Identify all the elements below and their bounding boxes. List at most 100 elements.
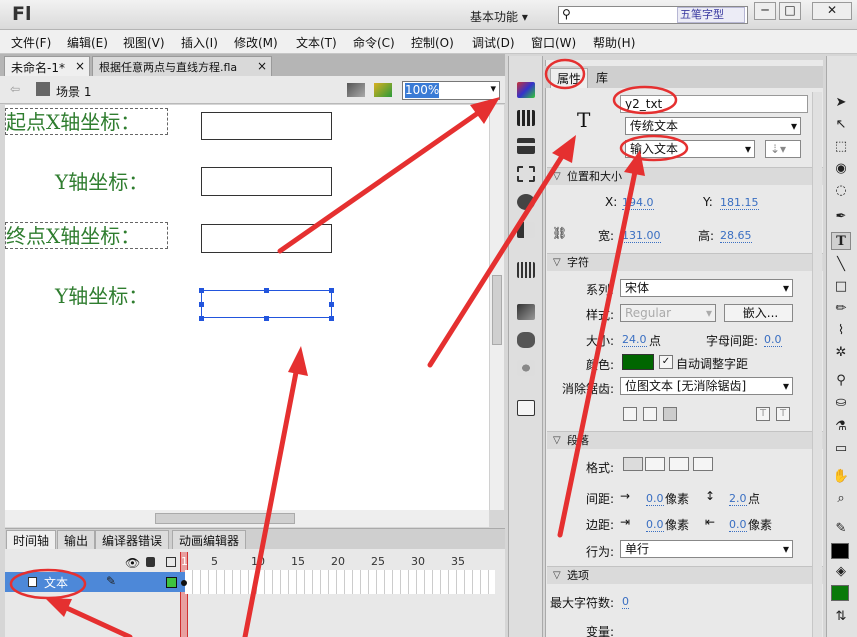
input-end-x[interactable] xyxy=(201,224,332,253)
menu-text[interactable]: 文本(T) xyxy=(296,34,337,51)
minimize-button[interactable]: ─ xyxy=(754,2,776,20)
behavior-select[interactable]: 单行 ▾ xyxy=(620,540,793,558)
tab-untitled[interactable]: 未命名-1* × xyxy=(4,56,90,76)
selection-handle[interactable] xyxy=(329,302,334,307)
workspace-switcher[interactable]: 基本功能 ▾ xyxy=(470,8,528,25)
antialias-select[interactable]: 位图文本 [无消除锯齿] ▾ xyxy=(620,377,793,395)
section-position-size[interactable]: ▽ 位置和大小 xyxy=(547,167,823,185)
align-justify-icon[interactable] xyxy=(693,457,713,471)
menu-view[interactable]: 视图(V) xyxy=(123,34,165,51)
selection-handle[interactable] xyxy=(264,288,269,293)
superscript-icon[interactable]: T xyxy=(756,407,770,421)
maximize-button[interactable]: □ xyxy=(779,2,801,20)
selection-handle[interactable] xyxy=(199,316,204,321)
fill-bucket-icon[interactable]: ◈ xyxy=(831,563,851,581)
fill-color-swatch[interactable] xyxy=(831,585,849,601)
input-start-y[interactable] xyxy=(201,167,332,196)
x-value[interactable]: 194.0 xyxy=(622,196,654,210)
margin-left-value[interactable]: 0.0 xyxy=(646,518,664,532)
bone-tool-icon[interactable]: ⚲ xyxy=(831,372,851,390)
tab-output[interactable]: 输出 xyxy=(57,530,96,549)
selection-tool-icon[interactable]: ➤ xyxy=(831,94,851,112)
scrollbar-thumb[interactable] xyxy=(492,275,502,345)
link-icon[interactable]: ⛓ xyxy=(552,226,567,240)
input-end-y-selected[interactable] xyxy=(201,290,332,318)
align-icon[interactable] xyxy=(517,138,535,154)
label-start-y[interactable]: Y轴坐标： xyxy=(55,166,148,195)
edit-symbols-icon[interactable] xyxy=(374,83,392,97)
section-options[interactable]: ▽ 选项 xyxy=(547,566,823,584)
components-icon[interactable] xyxy=(517,332,535,348)
text-engine-select[interactable]: 传统文本 ▾ xyxy=(625,117,801,135)
subselection-tool-icon[interactable]: ↖ xyxy=(831,116,851,134)
auto-kern-checkbox[interactable]: ✓ xyxy=(659,355,673,369)
free-transform-tool-icon[interactable]: ⬚ xyxy=(831,138,851,156)
text-orientation-select[interactable]: ⇣▾ xyxy=(765,140,801,158)
edit-scene-icon[interactable] xyxy=(347,83,365,97)
menu-debug[interactable]: 调试(D) xyxy=(472,34,515,51)
scrollbar-thumb[interactable] xyxy=(155,513,295,524)
close-icon[interactable]: × xyxy=(257,59,267,73)
frame-grid[interactable] xyxy=(185,570,495,594)
height-value[interactable]: 28.65 xyxy=(720,229,752,243)
close-button[interactable]: ✕ xyxy=(812,2,852,20)
hand-tool-icon[interactable]: ✋ xyxy=(831,468,851,486)
line-tool-icon[interactable]: ╲ xyxy=(831,256,851,274)
menu-modify[interactable]: 修改(M) xyxy=(234,34,278,51)
3d-rotation-tool-icon[interactable]: ◉ xyxy=(831,160,851,178)
selection-handle[interactable] xyxy=(199,302,204,307)
lasso-tool-icon[interactable]: ◌ xyxy=(831,182,851,200)
eye-icon[interactable]: 👁 xyxy=(125,556,140,570)
menu-window[interactable]: 窗口(W) xyxy=(531,34,576,51)
label-start-x[interactable]: 起点X轴坐标： xyxy=(5,108,168,135)
brush-tool-icon[interactable]: ⌇ xyxy=(831,322,851,340)
menu-edit[interactable]: 编辑(E) xyxy=(67,34,108,51)
y-value[interactable]: 181.15 xyxy=(720,196,759,210)
tab-fla-file[interactable]: 根据任意两点与直线方程.fla × xyxy=(92,56,272,76)
font-family-select[interactable]: 宋体 ▾ xyxy=(620,279,793,297)
info-icon[interactable] xyxy=(517,194,535,210)
stroke-color-swatch[interactable] xyxy=(831,543,849,559)
transform-icon[interactable] xyxy=(517,166,535,182)
close-icon[interactable]: × xyxy=(75,59,85,73)
selection-handle[interactable] xyxy=(329,316,334,321)
align-center-icon[interactable] xyxy=(645,457,665,471)
input-start-x[interactable] xyxy=(201,112,332,140)
pencil-icon[interactable]: ✎ xyxy=(106,574,116,588)
zoom-select[interactable]: 100% ▾ xyxy=(402,81,500,100)
library-icon[interactable] xyxy=(517,262,535,278)
layer-outline-color-icon[interactable] xyxy=(166,577,177,588)
color-panel-icon[interactable] xyxy=(517,82,535,98)
html-render-icon[interactable] xyxy=(643,407,657,421)
selectable-icon[interactable] xyxy=(623,407,637,421)
text-color-swatch[interactable] xyxy=(622,354,654,370)
vertical-scrollbar[interactable] xyxy=(489,105,504,510)
horizontal-scrollbar[interactable] xyxy=(5,510,489,527)
menu-control[interactable]: 控制(O) xyxy=(411,34,454,51)
history-icon[interactable] xyxy=(517,222,535,238)
line-spacing-value[interactable]: 2.0 xyxy=(729,492,747,506)
menu-help[interactable]: 帮助(H) xyxy=(593,34,635,51)
deco-tool-icon[interactable]: ✲ xyxy=(831,344,851,362)
selection-handle[interactable] xyxy=(199,288,204,293)
font-style-select[interactable]: Regular ▾ xyxy=(620,304,716,322)
eraser-tool-icon[interactable]: ▭ xyxy=(831,440,851,458)
zoom-tool-icon[interactable]: ⌕ xyxy=(831,490,851,508)
actions-icon[interactable] xyxy=(517,304,535,320)
pencil-tool-icon[interactable]: ✏ xyxy=(831,300,851,318)
embed-button[interactable]: 嵌入... xyxy=(724,304,793,322)
max-chars-value[interactable]: 0 xyxy=(622,595,629,609)
menu-insert[interactable]: 插入(I) xyxy=(181,34,218,51)
menu-file[interactable]: 文件(F) xyxy=(11,34,51,51)
subscript-icon[interactable]: T xyxy=(776,407,790,421)
layer-name[interactable]: 文本 xyxy=(44,574,68,591)
swatches-icon[interactable] xyxy=(517,110,535,126)
label-end-x[interactable]: 终点X轴坐标： xyxy=(5,222,168,249)
motion-presets-icon[interactable] xyxy=(517,360,535,376)
pen-tool-icon[interactable]: ✒ xyxy=(831,208,851,226)
instance-name-input[interactable]: y2_txt xyxy=(620,95,808,113)
selection-handle[interactable] xyxy=(264,316,269,321)
label-end-y[interactable]: Y轴坐标： xyxy=(55,280,148,309)
swap-colors-icon[interactable]: ⇅ xyxy=(831,608,851,626)
selection-handle[interactable] xyxy=(329,288,334,293)
